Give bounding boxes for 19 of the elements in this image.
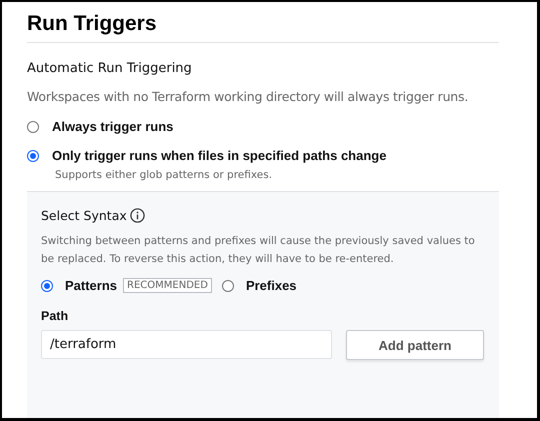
path-label: Path bbox=[41, 309, 70, 323]
section-heading: Automatic Run Triggering bbox=[27, 61, 193, 77]
option-hint: Supports either glob patterns or prefixes. bbox=[55, 169, 274, 181]
page-title: Run Triggers bbox=[27, 11, 158, 37]
radio-button[interactable] bbox=[27, 150, 39, 162]
panel-heading: Select Syntax bbox=[41, 208, 127, 223]
recommended-badge: RECOMMENDED bbox=[123, 278, 212, 293]
option-label[interactable]: Always trigger runs bbox=[52, 119, 174, 134]
info-icon[interactable] bbox=[130, 208, 145, 223]
panel-description: Switching between patterns and prefixes will cause the previously saved values to be replaced. To reverse this action, they will have to be re-entered. bbox=[41, 234, 476, 267]
add-pattern-button[interactable]: Add pattern bbox=[346, 330, 484, 360]
option-label[interactable]: Only trigger runs when files in specified paths change bbox=[52, 148, 386, 163]
radio-button[interactable] bbox=[27, 120, 39, 132]
path-field[interactable]: /terraform bbox=[41, 330, 332, 359]
option-label[interactable]: Patterns bbox=[65, 278, 118, 293]
radio-button[interactable] bbox=[222, 280, 234, 292]
radio-button[interactable] bbox=[41, 280, 53, 292]
option-label[interactable]: Prefixes bbox=[246, 278, 297, 293]
section-description: Workspaces with no Terraform working directory will always trigger runs. bbox=[27, 89, 470, 105]
